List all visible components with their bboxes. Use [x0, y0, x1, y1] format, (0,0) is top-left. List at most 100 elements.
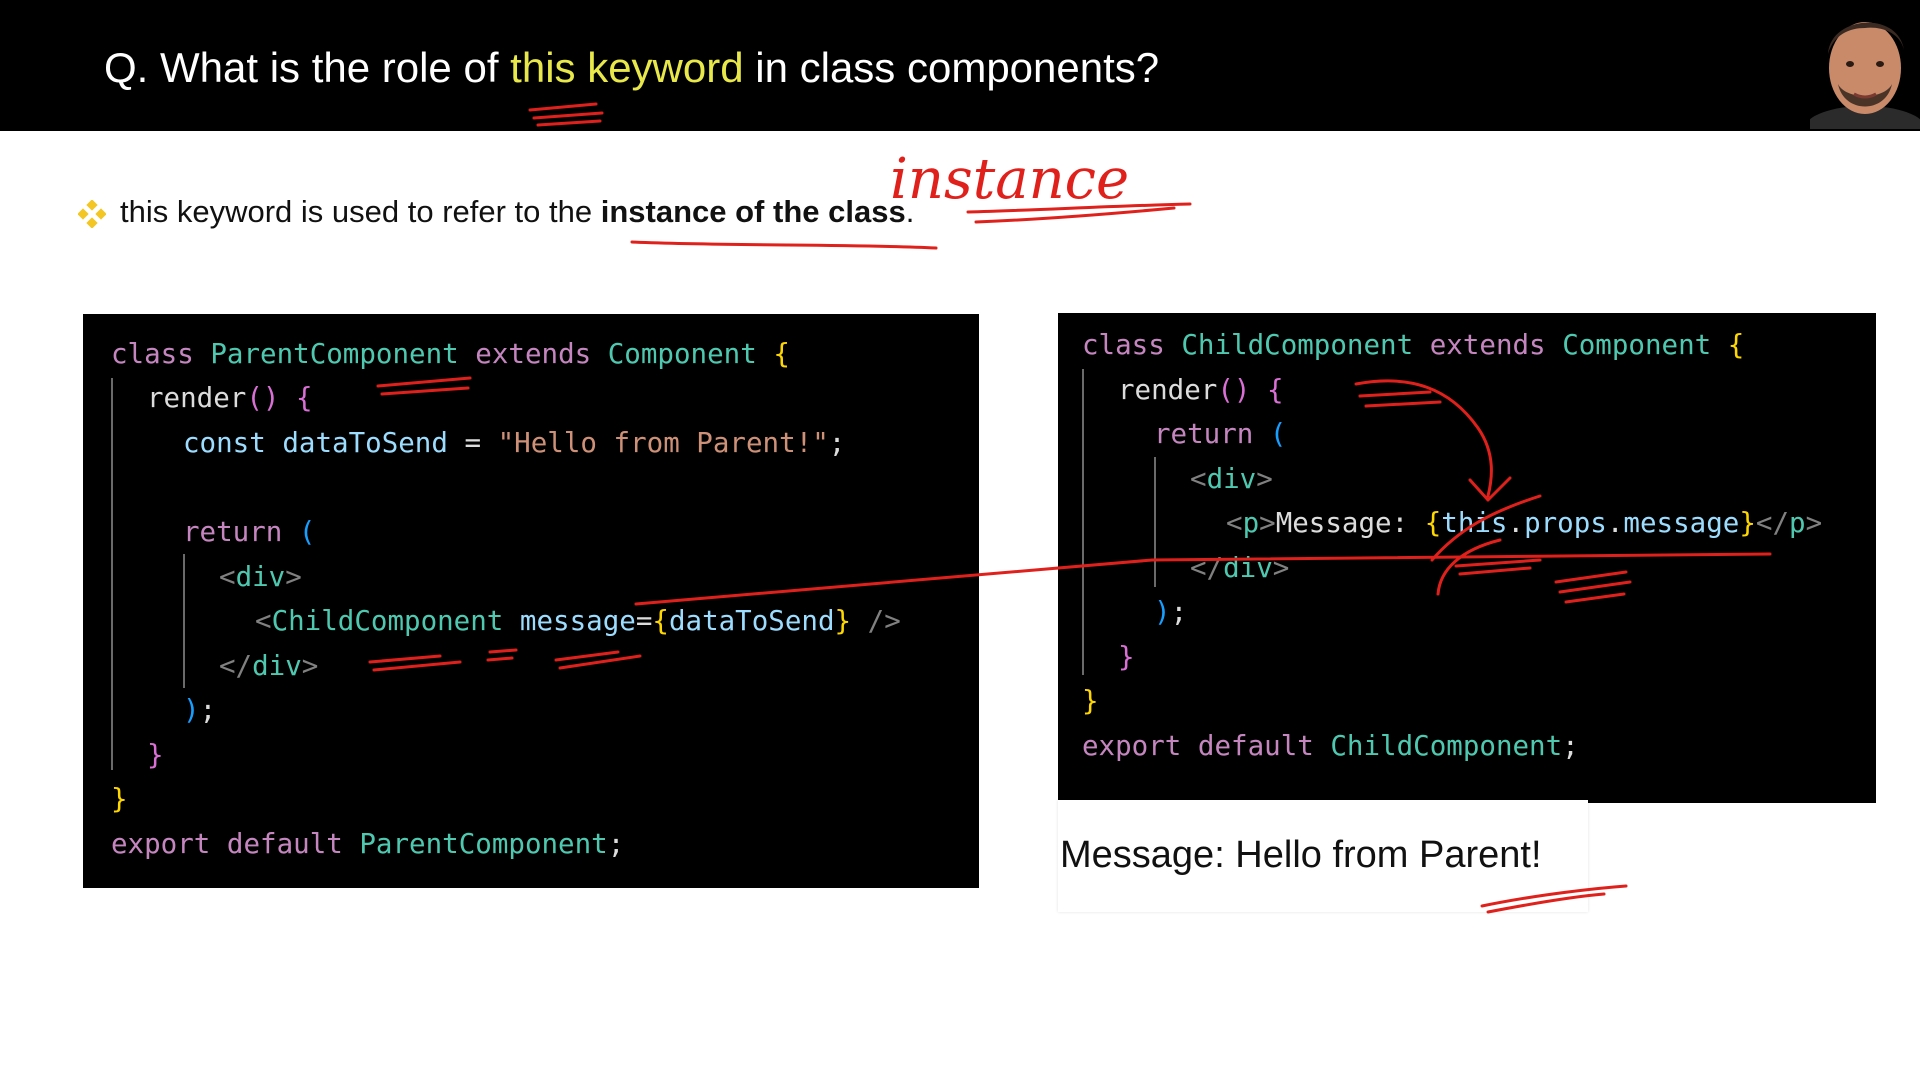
- output-text: Message: Hello from Parent!: [1060, 834, 1542, 876]
- indent-guide: [183, 554, 185, 688]
- paren: (: [1269, 418, 1287, 450]
- code-line: <p>Message: {this.props.message}</p>: [1226, 501, 1822, 545]
- tag-bracket: </: [1190, 552, 1224, 584]
- method-name: render: [147, 382, 247, 414]
- handwritten-note: instance: [890, 147, 1129, 212]
- operator: =: [464, 427, 482, 459]
- code-line: <ChildComponent message={dataToSend} />: [255, 599, 901, 643]
- semicolon: ;: [828, 427, 846, 459]
- operator: =: [635, 605, 653, 637]
- tag-bracket: >: [301, 650, 319, 682]
- semicolon: ;: [199, 694, 217, 726]
- paren: ): [183, 694, 200, 726]
- tag-bracket: />: [867, 605, 901, 637]
- brace: {: [1267, 374, 1284, 406]
- string-literal: "Hello from Parent!": [497, 427, 829, 459]
- variable: dataToSend: [282, 427, 448, 459]
- tag-bracket: </: [219, 650, 253, 682]
- indent-guide: [1082, 369, 1084, 675]
- variable: dataToSend: [668, 605, 835, 637]
- type-name: ParentComponent: [359, 828, 608, 860]
- brace: }: [147, 739, 164, 771]
- title-highlight: this keyword: [510, 44, 744, 91]
- note-underline: [966, 202, 1192, 224]
- code-line: render() {: [147, 376, 313, 420]
- code-line: </div>: [1190, 546, 1289, 590]
- brace: {: [652, 605, 669, 637]
- method-name: render: [1118, 374, 1218, 406]
- bullet-prefix: this keyword is used to refer to the: [120, 194, 601, 229]
- bullet-bold: instance of the class: [600, 194, 906, 229]
- code-line: }: [147, 733, 164, 777]
- tag-name: p: [1789, 507, 1806, 539]
- tag-bracket: >: [1259, 507, 1276, 539]
- child-code-block: class ChildComponent extends Component {…: [1058, 313, 1876, 803]
- tag-name: ChildComponent: [271, 605, 504, 637]
- code-line: </div>: [219, 644, 318, 688]
- property: props: [1524, 507, 1607, 539]
- bullet-underline: [630, 240, 938, 250]
- dot: .: [1606, 507, 1624, 539]
- code-line: <div>: [219, 555, 302, 599]
- keyword: default: [1197, 730, 1314, 762]
- bullet-suffix: .: [905, 194, 915, 229]
- rendered-output: Message: Hello from Parent!: [1058, 800, 1588, 912]
- code-line: render() {: [1118, 368, 1284, 412]
- indent-guide: [1154, 457, 1156, 587]
- title-prefix: Q. What is the role of: [104, 44, 511, 91]
- code-line: );: [1154, 590, 1187, 634]
- tag-name: div: [235, 561, 286, 593]
- dot: .: [1507, 507, 1525, 539]
- keyword: extends: [475, 338, 592, 370]
- semicolon: ;: [607, 828, 625, 860]
- code-line: <div>: [1190, 457, 1273, 501]
- brace: {: [296, 382, 313, 414]
- paren: (): [1217, 374, 1251, 406]
- brace: }: [1118, 641, 1135, 673]
- code-line: class ChildComponent extends Component {: [1082, 323, 1744, 367]
- keyword: this: [1441, 507, 1508, 539]
- tag-name: div: [1223, 552, 1273, 584]
- type-name: Component: [1562, 329, 1712, 361]
- semicolon: ;: [1562, 730, 1579, 762]
- jsx-text: Message:: [1275, 507, 1425, 539]
- tag-bracket: >: [1805, 507, 1823, 539]
- slide-header: Q. What is the role of this keyword in c…: [0, 0, 1920, 131]
- brace: }: [1739, 507, 1756, 539]
- bullet-text: this keyword is used to refer to the ins…: [120, 194, 914, 230]
- tag-name: div: [1206, 463, 1257, 495]
- attribute-name: message: [519, 605, 636, 637]
- code-line: const dataToSend = "Hello from Parent!";: [183, 421, 845, 465]
- paren: (): [246, 382, 280, 414]
- brace: }: [834, 605, 852, 637]
- code-line: );: [183, 688, 216, 732]
- keyword: const: [183, 427, 266, 459]
- keyword: return: [1154, 418, 1254, 450]
- type-name: ChildComponent: [1330, 730, 1563, 762]
- tag-bracket: >: [1272, 552, 1290, 584]
- code-line: class ParentComponent extends Component …: [111, 332, 790, 376]
- code-line: }: [111, 777, 128, 821]
- brace: }: [111, 783, 128, 815]
- code-line: return (: [183, 510, 315, 554]
- paren: (: [298, 516, 316, 548]
- code-line: export default ParentComponent;: [111, 822, 624, 866]
- tag-bracket: <: [255, 605, 272, 637]
- parent-code-block: class ParentComponent extends Component …: [83, 314, 979, 888]
- code-line: return (: [1154, 412, 1286, 456]
- tag-bracket: <: [1226, 507, 1243, 539]
- tag-bracket: <: [219, 561, 236, 593]
- tag-bracket: </: [1755, 507, 1790, 539]
- keyword: class: [1082, 329, 1165, 361]
- brace: }: [1082, 685, 1099, 717]
- type-name: Component: [607, 338, 757, 370]
- keyword: export: [111, 828, 211, 860]
- tag-bracket: >: [285, 561, 302, 593]
- keyword: class: [111, 338, 194, 370]
- type-name: ParentComponent: [210, 338, 459, 370]
- brace: {: [773, 338, 790, 370]
- paren: ): [1154, 596, 1171, 628]
- keyword: default: [226, 828, 343, 860]
- tag-bracket: <: [1190, 463, 1207, 495]
- tag-name: div: [252, 650, 302, 682]
